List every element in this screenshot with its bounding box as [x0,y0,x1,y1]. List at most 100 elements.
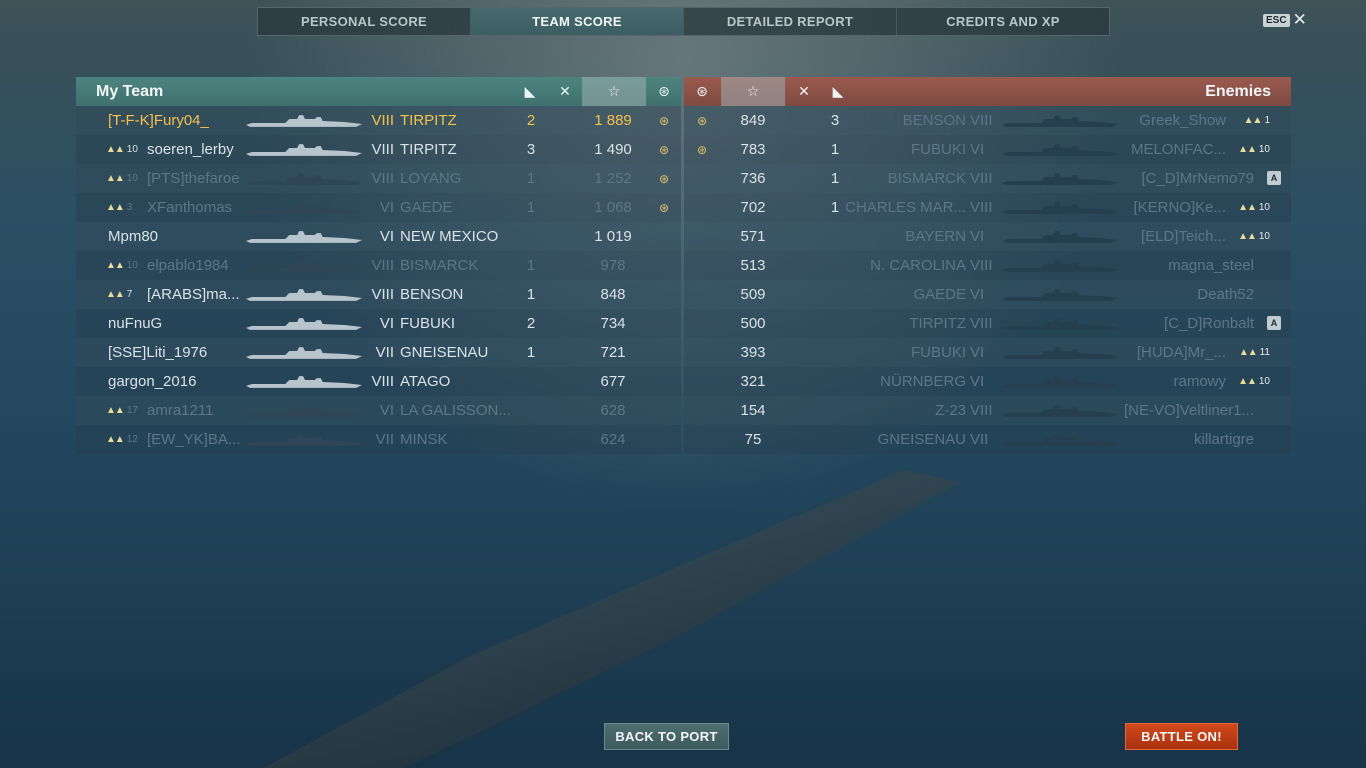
player-name: Greek_Show [1139,112,1226,129]
ship-name: GNEISENAU [877,431,966,448]
rank-badge: ▲▲ 17 [106,405,146,416]
battle-on-button[interactable]: BATTLE ON! [1125,723,1238,750]
star-icon: ☆ [721,77,785,106]
ship-name: LOYANG [400,170,462,187]
ship-silhouette-icon [1002,173,1119,185]
ship-silhouette-icon [1002,202,1119,214]
kills-count: 2 [526,315,536,332]
ship-silhouette [1002,114,1124,128]
ship-silhouette-icon [1002,434,1119,446]
score-value: 154 [740,402,766,419]
kills-count: 1 [526,257,536,274]
table-row[interactable]: 154 Z-23 VIII [NE-VO]Veltliner1... [684,396,1291,425]
table-row[interactable]: 500 TIRPITZ VIII [C_D]Ronbalt A [684,309,1291,338]
score-value: 1 068 [594,199,632,216]
ship-silhouette-icon [1002,144,1119,156]
ship-silhouette-icon [246,115,363,127]
table-row[interactable]: 321 NÜRNBERG VI ramowy ▲▲ 10 [684,367,1291,396]
close-button[interactable]: ESC ✕ [1263,11,1307,28]
table-row[interactable]: 736 1 BISMARCK VIII [C_D]MrNemo79 A [684,164,1291,193]
ship-silhouette [246,201,366,215]
kills-count: 1 [830,170,840,187]
ship-silhouette [1002,288,1124,302]
torpedo-icon: ◣ [832,83,844,99]
table-row[interactable]: 702 1 CHARLES MAR... VIII [KERNO]Ke... ▲▲ 10 [684,193,1291,222]
rank-chevron-icon: ▲▲ [106,289,125,300]
table-row[interactable]: 75 GNEISENAU VII killartigre [684,425,1291,454]
table-row[interactable]: 571 BAYERN VI [ELD]Teich... ▲▲ 10 [684,222,1291,251]
ship-tier: VI [379,199,394,216]
table-row[interactable]: ▲▲ 10 [PTS]thefaroe VIII LOYANG 1 1 252 ⊛ [76,164,681,193]
score-value: 978 [600,257,626,274]
table-row[interactable]: ▲▲ 3 XFanthomas VI GAEDE 1 1 068 ⊛ [76,193,681,222]
kills-count: 2 [526,112,536,129]
base-capture-icon: ⊛ [696,142,708,157]
player-name: gargon_2016 [108,373,197,390]
rank-number: 10 [126,260,138,271]
ship-silhouette [1002,201,1124,215]
ship-tier: VI [379,228,394,245]
table-row[interactable]: ▲▲ 17 amra1211 VI LA GALISSON... 628 [76,396,681,425]
player-name: magna_steel [1168,257,1254,274]
ship-silhouette-icon [1002,289,1119,301]
rank-number: 1 [1264,115,1270,126]
kills-count: 1 [830,141,840,158]
table-row[interactable]: [T-F-K]Fury04_ VIII TIRPITZ 2 1 889 ⊛ [76,106,681,135]
table-row[interactable]: ▲▲ 7 [ARABS]ma... VIII BENSON 1 848 [76,280,681,309]
player-name: [ELD]Teich... [1140,228,1226,245]
ship-silhouette [246,375,366,389]
ship-name: GAEDE [400,199,453,216]
table-row[interactable]: 513 N. CAROLINA VIII magna_steel [684,251,1291,280]
table-row[interactable]: gargon_2016 VIII ATAGO 677 [76,367,681,396]
score-table: My Team ◣ ✕ ☆ ⊛ ⊛ ☆ ✕ ◣ Enemies [T-F-K]F… [76,77,1291,454]
score-value: 734 [600,315,626,332]
ship-tier: VI [970,228,985,245]
rank-chevron-icon: ▲▲ [106,434,125,445]
ship-silhouette-icon [246,144,363,156]
rank-number: 11 [1259,347,1270,358]
table-row[interactable]: ▲▲ 10 soeren_lerby VIII TIRPITZ 3 1 490 ⊛ [76,135,681,164]
player-name: [SSE]Liti_1976 [108,344,208,361]
table-row[interactable]: ⊛ 783 1 FUBUKI VI MELONFAC... ▲▲ 10 [684,135,1291,164]
table-row[interactable]: ▲▲ 12 [EW_YK]BA... VII MINSK 624 [76,425,681,454]
rank-number: 10 [1258,202,1270,213]
ship-silhouette-icon [1002,318,1119,330]
ship-silhouette [246,172,366,186]
table-row[interactable]: 509 GAEDE VI Death52 [684,280,1291,309]
ship-name: FUBUKI [400,315,456,332]
tab-credits-xp[interactable]: CREDITS AND XP [897,8,1109,35]
score-value: 509 [740,286,766,303]
rank-number: 10 [126,144,138,155]
flag-icon: A [1267,316,1281,330]
score-value: 571 [740,228,766,245]
table-row[interactable]: 393 FUBUKI VI [HUDA]Mr_... ▲▲ 11 [684,338,1291,367]
score-value: 628 [600,402,626,419]
ship-silhouette [246,114,366,128]
rank-badge: ▲▲ 10 [106,173,146,184]
table-row[interactable]: [SSE]Liti_1976 VII GNEISENAU 1 721 [76,338,681,367]
ship-silhouette [1002,172,1124,186]
table-row[interactable]: ▲▲ 10 elpablo1984 VIII BISMARCK 1 978 [76,251,681,280]
tab-team-score[interactable]: TEAM SCORE [471,8,684,35]
tab-personal-score[interactable]: PERSONAL SCORE [258,8,471,35]
table-row[interactable]: nuFnuG VI FUBUKI 2 734 [76,309,681,338]
ship-silhouette [1002,259,1124,273]
tab-detailed-report[interactable]: DETAILED REPORT [684,8,897,35]
enemies-title: Enemies [1205,82,1271,100]
rank-number: 3 [126,202,133,213]
score-value: 321 [740,373,766,390]
base-capture-icon: ⊛ [658,171,670,186]
torpedo-icon: ◣ [524,83,536,99]
ship-name: GAEDE [913,286,966,303]
ship-tier: VIII [371,257,394,274]
ship-tier: VIII [970,257,993,274]
ship-silhouette [1002,404,1124,418]
ship-silhouette-icon [246,434,363,446]
table-row[interactable]: ⊛ 849 3 BENSON VIII Greek_Show ▲▲ 1 [684,106,1291,135]
ship-silhouette [246,259,366,273]
table-row[interactable]: Mpm80 VI NEW MEXICO 1 019 [76,222,681,251]
back-to-port-button[interactable]: BACK TO PORT [604,723,729,750]
kills-icon: ✕ [798,83,810,99]
ship-tier: VII [970,431,989,448]
ship-silhouette-icon [246,405,363,417]
